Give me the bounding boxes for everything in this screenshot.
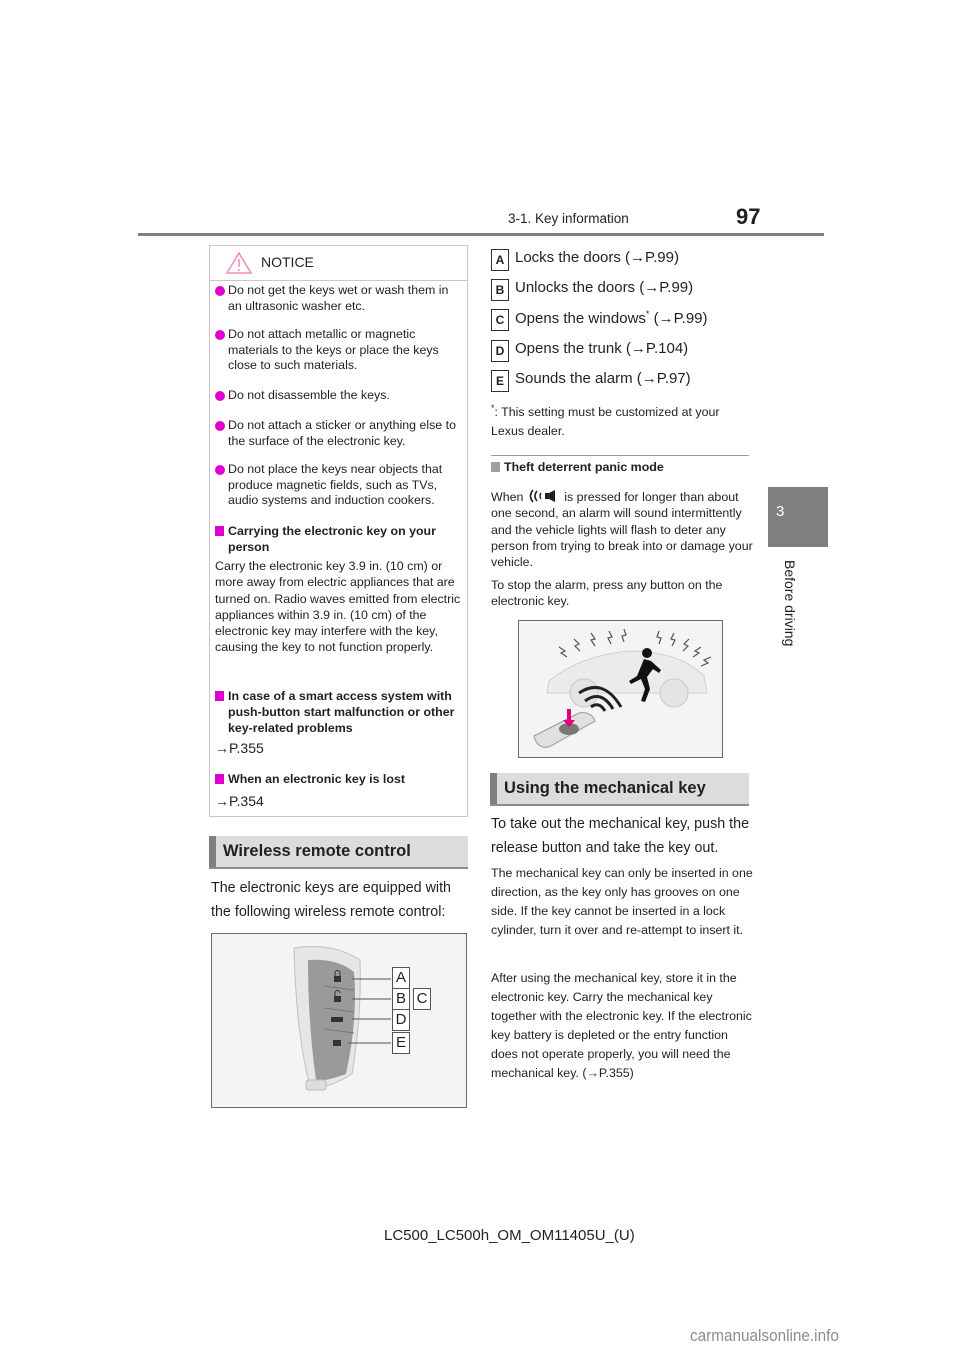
- section-bar: [209, 836, 216, 867]
- notice-bullet: Do not attach a sticker or anything else…: [215, 418, 463, 449]
- bullet-dot: [215, 465, 225, 475]
- section-header-mechanical-key: Using the mechanical key: [490, 773, 749, 806]
- square-bullet-icon: [491, 462, 500, 472]
- mechanical-key-storage-paragraph: After using the mechanical key, store it…: [491, 971, 752, 1080]
- alarm-icon: [333, 1040, 341, 1046]
- section-title: 3-1. Key information: [508, 211, 629, 226]
- page-number: 97: [736, 204, 761, 229]
- badge-b: B: [491, 279, 509, 301]
- panic-mode-heading: Theft deterrent panic mode: [491, 460, 664, 474]
- callout-label-e: E: [392, 1032, 410, 1054]
- badge-e: E: [491, 370, 509, 392]
- notice-paragraph: Carry the electronic key 3.9 in. (10 cm)…: [215, 559, 461, 655]
- warning-triangle-icon: [226, 252, 252, 274]
- panic-mode-paragraph: When is pressed for longer than about on…: [491, 489, 753, 570]
- badge-d: D: [491, 340, 509, 362]
- key-fob-figure: A B C D E: [211, 933, 467, 1108]
- notice-title: NOTICE: [261, 254, 314, 270]
- panic-alarm-icon: [529, 489, 555, 503]
- notice-bullet: Do not get the keys wet or wash them in …: [215, 283, 463, 314]
- bullet-dot: [215, 421, 225, 431]
- notice-bullet: Do not attach metallic or magnetic mater…: [215, 327, 463, 374]
- header-divider: [138, 233, 824, 236]
- chapter-tab[interactable]: 3: [768, 487, 828, 547]
- callout-label-b: B: [392, 988, 410, 1010]
- bullet-dot: [215, 286, 225, 296]
- callout-label-a: A: [392, 967, 410, 989]
- mechanical-key-paragraph: The mechanical key can only be inserted …: [491, 866, 753, 937]
- square-bullet-icon: [215, 691, 224, 701]
- section-bar: [490, 773, 497, 804]
- square-bullet-icon: [215, 526, 224, 536]
- panic-stop-paragraph: To stop the alarm, press any button on t…: [491, 578, 723, 609]
- document-code: LC500_LC500h_OM_OM11405U_(U): [384, 1227, 635, 1244]
- notice-bullet: Do not place the keys near objects that …: [215, 462, 463, 509]
- notice-header: NOTICE: [210, 246, 467, 281]
- bullet-dot: [215, 391, 225, 401]
- section-header-wireless: Wireless remote control: [209, 836, 468, 869]
- watermark[interactable]: carmanualsonline.info: [690, 1326, 839, 1346]
- page-reference-link[interactable]: →P.355: [215, 740, 264, 756]
- key-fob-in-hand-icon: [533, 709, 596, 748]
- footnote: *: This setting must be customized at yo…: [491, 403, 720, 439]
- chapter-number: 3: [776, 503, 785, 520]
- badge-a: A: [491, 249, 509, 271]
- key-fob-illustration: [293, 946, 391, 1091]
- notice-bullet: Do not disassemble the keys.: [215, 388, 463, 404]
- square-bullet-icon: [215, 774, 224, 784]
- bullet-dot: [215, 330, 225, 340]
- notice-subheading: When an electronic key is lost: [215, 771, 463, 787]
- page-reference-link[interactable]: →P.354: [215, 793, 264, 809]
- notice-subheading: Carrying the electronic key on your pers…: [215, 523, 463, 555]
- divider: [491, 455, 749, 456]
- badge-c: C: [491, 309, 509, 331]
- notice-subheading: In case of a smart access system with pu…: [215, 688, 463, 736]
- panic-alarm-illustration: [533, 628, 712, 748]
- wireless-intro: The electronic keys are equipped with th…: [211, 880, 452, 920]
- panic-alarm-figure: [518, 620, 723, 758]
- notice-box: NOTICE Do not get the keys wet or wash t…: [209, 245, 468, 817]
- chapter-title: Before driving: [782, 560, 798, 647]
- mechanical-key-intro: To take out the mechanical key, push the…: [491, 816, 750, 856]
- callout-label-d: D: [392, 1009, 410, 1031]
- trunk-icon: [331, 1017, 343, 1022]
- callout-label-c: C: [413, 988, 431, 1010]
